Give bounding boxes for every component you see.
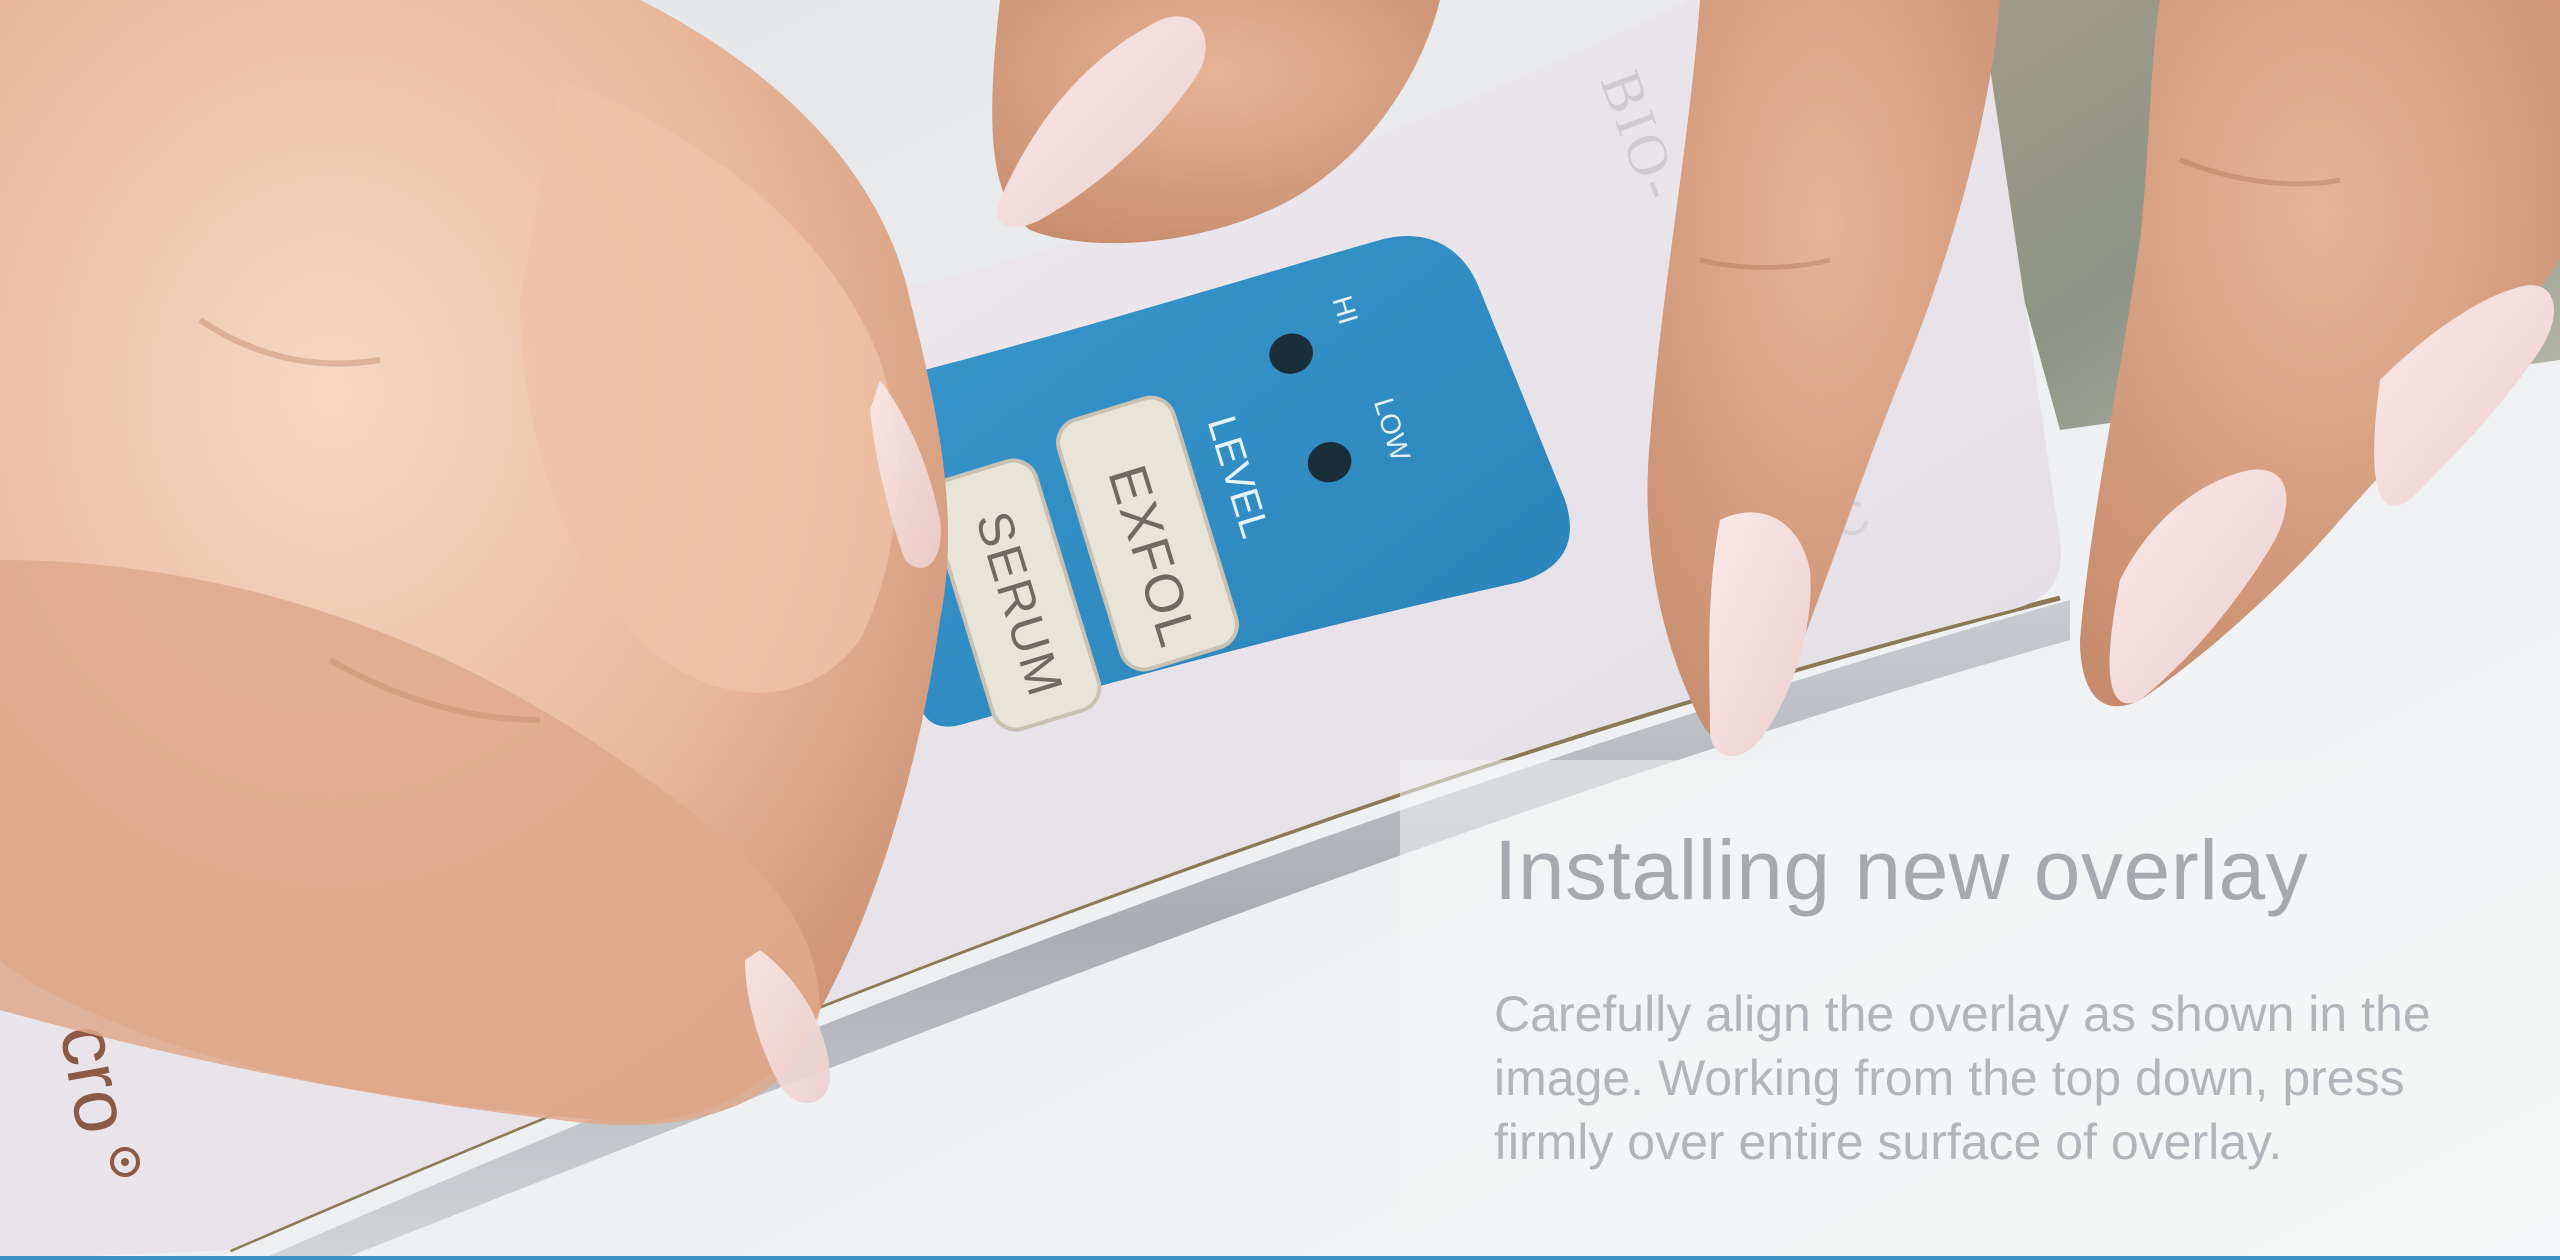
left-hand <box>0 0 949 1126</box>
caption: Installing new overlay Carefully align t… <box>1494 820 2494 1174</box>
registered-mark-dot <box>121 1158 129 1166</box>
caption-body: Carefully align the overlay as shown in … <box>1494 986 2431 1170</box>
bottom-accent-rule <box>0 1256 2560 1260</box>
caption-title: Installing new overlay <box>1494 823 2309 917</box>
